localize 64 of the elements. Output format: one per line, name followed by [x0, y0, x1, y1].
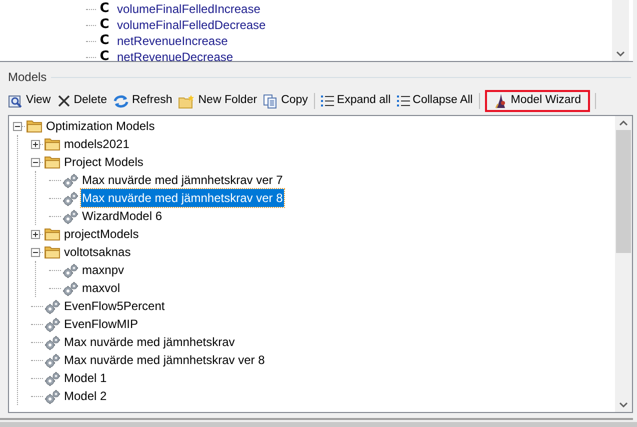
- gears-icon: [44, 316, 61, 332]
- scrollbar[interactable]: [615, 116, 632, 412]
- toolbar-button[interactable]: Expand all: [318, 90, 394, 112]
- toolbar-button[interactable]: New Folder: [175, 90, 260, 112]
- collapse-toggle[interactable]: [31, 158, 40, 166]
- tree-item[interactable]: Max nuvärde med jämnhetskrav ver 8: [63, 351, 266, 369]
- tree-item[interactable]: Optimization Models: [45, 117, 156, 135]
- delete-icon: [56, 94, 71, 108]
- list-icon: [320, 95, 334, 107]
- expand-toggle[interactable]: [31, 140, 40, 148]
- tree-item[interactable]: Model 2: [63, 387, 108, 405]
- gears-icon: [62, 172, 79, 188]
- toolbar-button[interactable]: Copy: [260, 90, 311, 112]
- gears-icon: [62, 208, 79, 224]
- tree-item[interactable]: maxnpv: [81, 261, 126, 279]
- tree-item[interactable]: projectModels: [63, 225, 140, 243]
- wizard-icon: [494, 94, 508, 108]
- gears-icon: [44, 298, 61, 314]
- scroll-up-icon[interactable]: [619, 120, 628, 126]
- tree-item[interactable]: netRevenueDecrease: [117, 48, 234, 61]
- tree-item[interactable]: EvenFlow5Percent: [63, 297, 166, 315]
- tree-item[interactable]: Project Models: [63, 153, 144, 171]
- copy-icon: [263, 94, 278, 108]
- list-icon: [396, 95, 410, 107]
- tree-item[interactable]: netRevenueIncrease: [117, 32, 228, 50]
- view-icon: [8, 94, 23, 108]
- gears-icon: [44, 370, 61, 386]
- gears-icon: [62, 280, 79, 296]
- tree-item[interactable]: WizardModel 6: [81, 207, 164, 225]
- scrollbar-thumb[interactable]: [616, 130, 631, 253]
- folder-icon: [26, 119, 43, 133]
- toolbar-button[interactable]: Delete: [54, 90, 110, 112]
- tree-item[interactable]: Model 1: [63, 369, 108, 387]
- scroll-down-icon[interactable]: [616, 51, 625, 57]
- gears-icon: [44, 388, 61, 404]
- gears-icon: [62, 190, 79, 206]
- tree-item[interactable]: Max nuvärde med jämnhetskrav ver 7: [81, 171, 284, 189]
- new-folder-icon: [178, 94, 196, 108]
- tree-item[interactable]: maxvol: [81, 279, 122, 297]
- tree-item[interactable]: volumeFinalFelledIncrease: [117, 0, 260, 18]
- folder-icon: [44, 227, 61, 241]
- gears-icon: [44, 352, 61, 368]
- folder-icon: [44, 137, 61, 151]
- gears-icon: [62, 262, 79, 278]
- tree-item[interactable]: voltotsaknas: [63, 243, 132, 261]
- collapse-toggle[interactable]: [13, 122, 22, 130]
- toolbar-button[interactable]: Refresh: [110, 90, 176, 112]
- toolbar-button[interactable]: Model Wizard: [484, 90, 590, 112]
- toolbar-button[interactable]: Collapse All: [394, 90, 476, 112]
- toolbar-button[interactable]: View: [5, 90, 54, 112]
- tree-item[interactable]: models2021: [63, 135, 130, 153]
- tree-item[interactable]: EvenFlowMIP: [63, 315, 140, 333]
- scroll-down-icon[interactable]: [619, 402, 628, 408]
- tree-item[interactable]: Max nuvärde med jämnhetskrav ver 8: [81, 189, 284, 207]
- gears-icon: [44, 334, 61, 350]
- tree-item[interactable]: Max nuvärde med jämnhetskrav: [63, 333, 236, 351]
- panel-title: Models: [8, 69, 47, 86]
- expand-toggle[interactable]: [31, 230, 40, 238]
- refresh-icon: [112, 94, 129, 108]
- folder-icon: [44, 155, 61, 169]
- collapse-toggle[interactable]: [31, 248, 40, 256]
- folder-icon: [44, 245, 61, 259]
- tree-item[interactable]: volumeFinalFelledDecrease: [117, 16, 266, 34]
- scrollbar[interactable]: [612, 0, 629, 61]
